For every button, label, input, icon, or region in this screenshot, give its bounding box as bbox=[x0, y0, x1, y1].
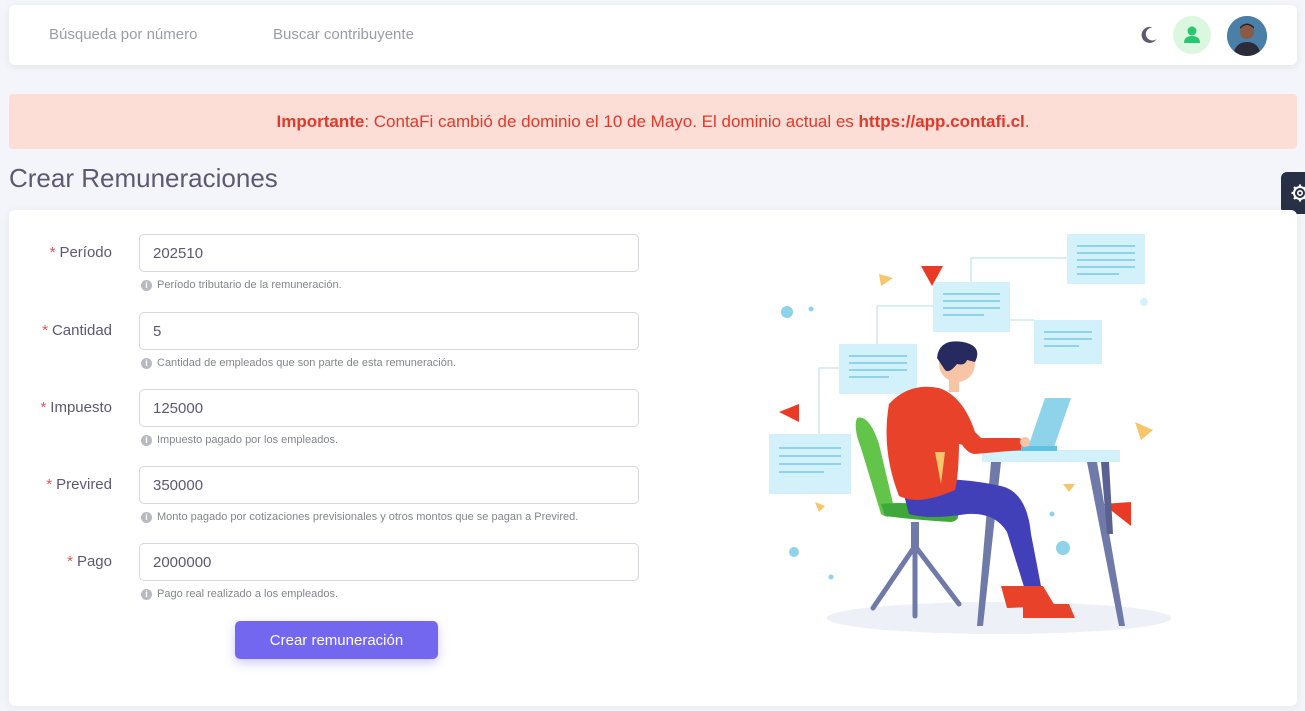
alert-message: : ContaFi cambió de dominio el 10 de May… bbox=[364, 112, 859, 131]
impuesto-label-text: Impuesto bbox=[50, 399, 112, 416]
periodo-help: i Período tributario de la remuneración. bbox=[141, 279, 342, 291]
cantidad-label-text: Cantidad bbox=[51, 322, 112, 339]
pago-label-text: Pago bbox=[76, 553, 112, 570]
pago-label: * Pago bbox=[9, 553, 112, 570]
periodo-label-text: Período bbox=[59, 244, 112, 261]
alert-domain-link[interactable]: https://app.contafi.cl bbox=[859, 112, 1025, 131]
search-by-number-input[interactable]: Búsqueda por número bbox=[49, 5, 197, 65]
impuesto-label: * Impuesto bbox=[9, 399, 112, 416]
impuesto-help-text: Impuesto pagado por los empleados. bbox=[157, 434, 339, 446]
previred-help: i Monto pagado por cotizaciones prevision… bbox=[141, 511, 578, 523]
previred-label-text: Previred bbox=[56, 476, 112, 493]
required-mark: * bbox=[46, 476, 53, 493]
cantidad-help: i Cantidad de empleados que son parte de … bbox=[141, 357, 456, 369]
customizer-toggle[interactable] bbox=[1281, 172, 1305, 214]
info-icon: i bbox=[141, 357, 152, 369]
pago-help: i Pago real realizado a los empleados. bbox=[141, 588, 338, 600]
pago-input[interactable] bbox=[139, 543, 639, 581]
info-icon: i bbox=[141, 511, 152, 523]
avatar[interactable] bbox=[1227, 16, 1267, 56]
user-icon bbox=[1184, 26, 1200, 43]
moon-icon[interactable] bbox=[1139, 25, 1159, 45]
user-status-button[interactable] bbox=[1173, 16, 1211, 54]
previred-input[interactable] bbox=[139, 466, 639, 504]
person-at-laptop-illustration bbox=[769, 234, 1171, 634]
alert-end: . bbox=[1024, 112, 1030, 131]
search-taxpayer-input[interactable]: Buscar contribuyente bbox=[273, 5, 414, 65]
info-icon: i bbox=[141, 588, 152, 600]
gear-icon bbox=[1291, 184, 1305, 202]
impuesto-help: i Impuesto pagado por los empleados. bbox=[141, 434, 338, 446]
pago-help-text: Pago real realizado a los empleados. bbox=[157, 588, 339, 600]
page-title: Crear Remuneraciones bbox=[9, 163, 278, 193]
create-remuneration-button[interactable]: Crear remuneración bbox=[235, 621, 438, 659]
avatar-image bbox=[1227, 16, 1267, 56]
cantidad-help-text: Cantidad de empleados que son parte de e… bbox=[157, 357, 457, 369]
previred-label: * Previred bbox=[9, 476, 112, 493]
required-mark: * bbox=[40, 399, 47, 416]
info-icon: i bbox=[141, 279, 152, 291]
periodo-help-text: Período tributario de la remuneración. bbox=[157, 279, 342, 291]
cantidad-label: * Cantidad bbox=[9, 322, 112, 339]
top-navbar: Búsqueda por número Buscar contribuyente bbox=[9, 5, 1297, 65]
previred-help-text: Monto pagado por cotizaciones previsiona… bbox=[157, 511, 579, 523]
domain-change-alert: Importante: ContaFi cambió de dominio el… bbox=[9, 94, 1297, 149]
impuesto-input[interactable] bbox=[139, 389, 639, 427]
periodo-label: * Período bbox=[9, 244, 112, 261]
form-card: *Período iPeríodo tributario de la remun… bbox=[9, 210, 1297, 706]
cantidad-input[interactable] bbox=[139, 312, 639, 350]
alert-strong-label: Importante bbox=[276, 112, 365, 131]
required-mark: * bbox=[42, 322, 48, 339]
info-icon: i bbox=[141, 434, 152, 446]
required-mark: * bbox=[49, 244, 56, 261]
periodo-input[interactable] bbox=[139, 234, 639, 272]
required-mark: * bbox=[67, 553, 73, 570]
